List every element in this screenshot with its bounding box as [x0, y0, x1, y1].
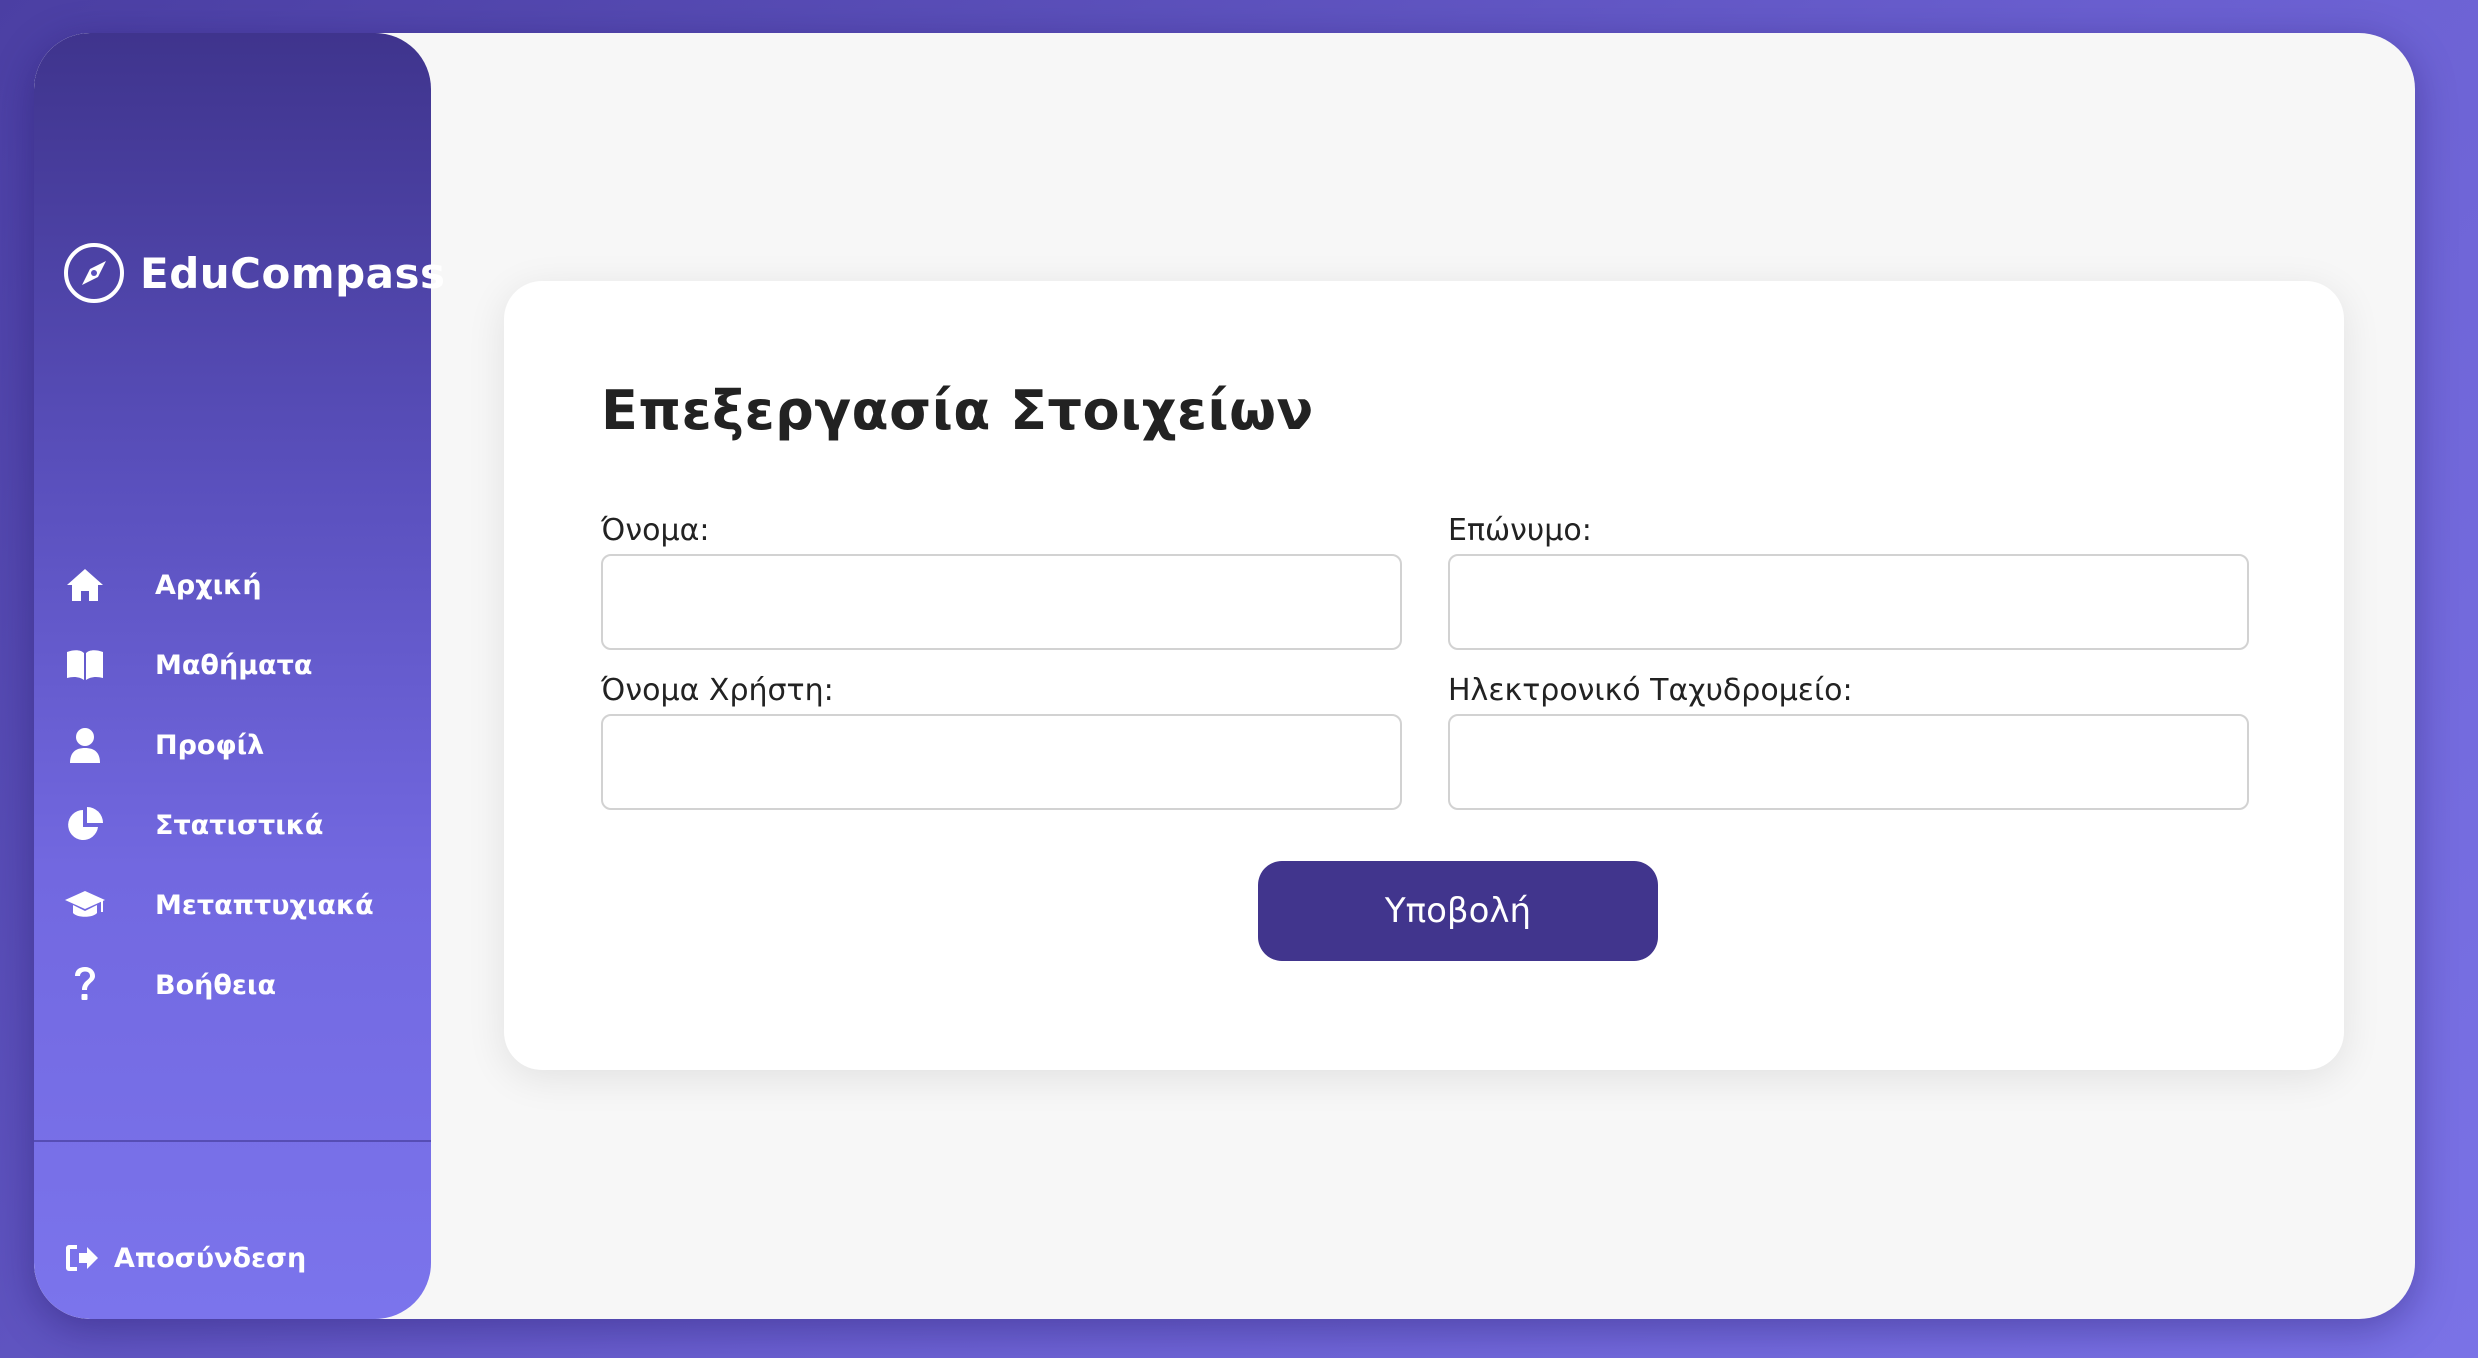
sidebar-nav: Αρχική Μαθήματα Προφίλ Στατιστικά Μεταπτ… — [34, 545, 431, 1025]
first-name-label: Όνομα: — [601, 513, 710, 548]
last-name-label: Επώνυμο: — [1448, 513, 1592, 548]
compass-icon — [62, 241, 126, 305]
email-label: Ηλεκτρονικό Ταχυδρομείο: — [1448, 673, 1853, 708]
last-name-field[interactable] — [1448, 554, 2249, 650]
sidebar-item-label: Μαθήματα — [155, 649, 313, 681]
home-icon — [64, 564, 106, 606]
sidebar-item-label: Αρχική — [155, 569, 262, 601]
sidebar-item-statistics[interactable]: Στατιστικά — [34, 785, 431, 865]
submit-button[interactable]: Υποβολή — [1258, 861, 1658, 961]
email-field[interactable] — [1448, 714, 2249, 810]
last-name-group: Επώνυμο: — [1448, 511, 2249, 650]
logout-button[interactable]: Αποσύνδεση — [64, 1233, 306, 1283]
app-window: EduCompass Αρχική Μαθήματα Προφίλ Στατισ… — [34, 33, 2415, 1319]
question-icon — [64, 964, 106, 1006]
sidebar-item-courses[interactable]: Μαθήματα — [34, 625, 431, 705]
email-group: Ηλεκτρονικό Ταχυδρομείο: — [1448, 671, 2249, 810]
page-title: Επεξεργασία Στοιχείων — [601, 379, 1314, 442]
sidebar-item-help[interactable]: Βοήθεια — [34, 945, 431, 1025]
brand-logo[interactable]: EduCompass — [62, 238, 446, 308]
book-icon — [64, 644, 106, 686]
brand-name: EduCompass — [140, 248, 446, 298]
first-name-group: Όνομα: — [601, 511, 1402, 650]
sidebar-item-postgraduate[interactable]: Μεταπτυχιακά — [34, 865, 431, 945]
logout-label: Αποσύνδεση — [114, 1242, 307, 1274]
sidebar-item-label: Στατιστικά — [155, 809, 324, 841]
sidebar-item-label: Προφίλ — [155, 729, 265, 761]
sidebar: EduCompass Αρχική Μαθήματα Προφίλ Στατισ… — [34, 33, 445, 1319]
sign-out-icon — [64, 1240, 100, 1276]
username-label: Όνομα Χρήστη: — [601, 673, 834, 708]
first-name-field[interactable] — [601, 554, 1402, 650]
sidebar-item-label: Μεταπτυχιακά — [155, 889, 374, 921]
graduation-cap-icon — [64, 884, 106, 926]
username-field[interactable] — [601, 714, 1402, 810]
sidebar-item-profile[interactable]: Προφίλ — [34, 705, 431, 785]
sidebar-item-home[interactable]: Αρχική — [34, 545, 431, 625]
pie-chart-icon — [64, 804, 106, 846]
user-icon — [64, 724, 106, 766]
edit-details-card: Επεξεργασία Στοιχείων Όνομα: Επώνυμο: Όν… — [504, 281, 2344, 1070]
sidebar-divider — [34, 1140, 431, 1142]
username-group: Όνομα Χρήστη: — [601, 671, 1402, 810]
sidebar-item-label: Βοήθεια — [155, 969, 276, 1001]
